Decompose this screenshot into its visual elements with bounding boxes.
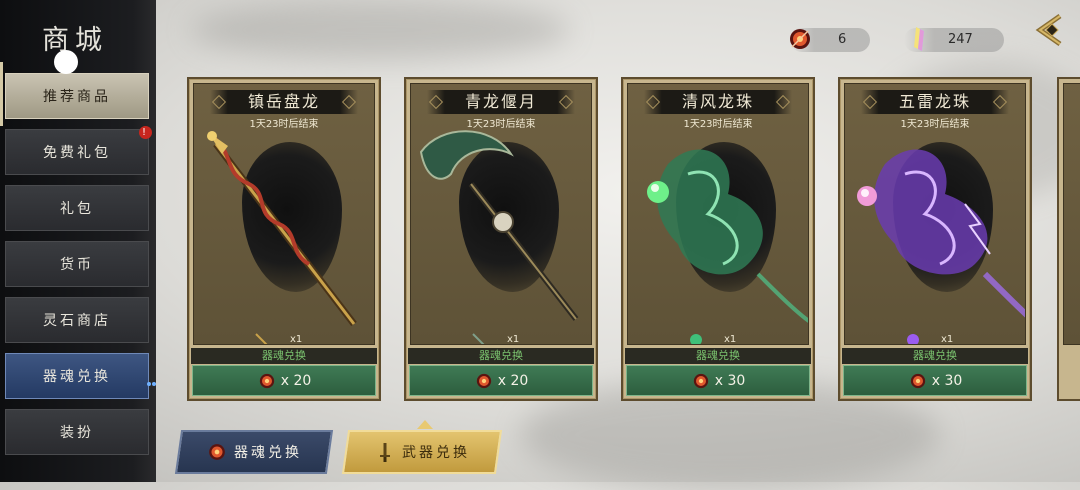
card-art-panel: 清风龙珠 1天23时后结束 x1: [627, 83, 809, 345]
buy-button[interactable]: x 20: [192, 365, 376, 396]
item-thumb-icon: [907, 334, 919, 344]
soul-orb-icon: [209, 444, 225, 460]
purple-dragon-orb-icon: [857, 149, 1025, 318]
card-art-panel: 镇岳盘龙 1天23时后结束 x1: [193, 83, 375, 345]
sidebar-item-label: 货币: [60, 257, 94, 273]
soul-orb-icon: [790, 29, 810, 49]
selection-marker: [0, 62, 3, 126]
item-card-zhenyue-panlong[interactable]: 镇岳盘龙 1天23时后结束 x1 器魂兑换 x 20: [187, 77, 381, 401]
price-text: x 20: [280, 372, 312, 389]
crystal-currency: 247: [904, 27, 1004, 52]
green-dragon-orb-icon: [647, 149, 808, 323]
soul-orb-icon: [476, 373, 491, 388]
dragon-staff-icon: [207, 131, 357, 327]
item-title: 镇岳盘龙: [210, 90, 358, 114]
buy-button[interactable]: x 30: [843, 365, 1027, 396]
soul-orb-icon: [693, 373, 708, 388]
sidebar-item-recommended[interactable]: 推荐商品: [5, 73, 149, 119]
price-text: x 30: [714, 372, 746, 389]
tab-label: 器魂兑换: [234, 445, 302, 461]
touch-indicator: [54, 50, 78, 74]
buy-button[interactable]: x 30: [626, 365, 810, 396]
sidebar-item-soul-exchange[interactable]: 器魂兑换: [5, 353, 156, 399]
item-quantity: x1: [411, 332, 591, 345]
active-tab-arrow: [417, 420, 433, 429]
soul-orb-icon: [910, 373, 925, 388]
sidebar: 商城 推荐商品 免费礼包 ! 礼包 货币 灵石商店 器魂兑换 装扮: [0, 0, 156, 482]
sidebar-item-label: 装扮: [60, 425, 94, 441]
item-thumb-icon: [255, 333, 268, 344]
tab-soul-exchange[interactable]: 器魂兑换: [174, 430, 334, 474]
soul-currency-value: 6: [838, 32, 847, 47]
item-quantity: x1: [628, 332, 808, 345]
exchange-type-label: 器魂兑换: [842, 348, 1028, 364]
sword-icon: [380, 443, 390, 462]
crescent-blade-icon: [419, 130, 579, 321]
item-card-qingfeng-longzhu[interactable]: 清风龙珠 1天23时后结束 x1 器魂兑换 x 30: [621, 77, 815, 401]
sidebar-item-spirit-stone-shop[interactable]: 灵石商店: [5, 297, 149, 343]
notification-badge: !: [139, 126, 152, 139]
card-art-panel: 五雷龙珠 1天23时后结束 x1: [844, 83, 1026, 345]
card-art-panel: 青龙偃月 1天23时后结束 x1: [410, 83, 592, 345]
shop-title: 商城: [42, 25, 108, 56]
quantity-text: x1: [941, 334, 954, 345]
price-text: x 30: [931, 372, 963, 389]
sidebar-item-appearance[interactable]: 装扮: [5, 409, 149, 455]
item-thumb-icon: [690, 334, 702, 344]
sidebar-item-free-gift[interactable]: 免费礼包 !: [5, 126, 152, 175]
sidebar-item-label: 礼包: [60, 201, 94, 217]
exchange-type-label: 器魂兑换: [191, 348, 377, 364]
active-indicator: [147, 374, 159, 386]
price-text: x 20: [497, 372, 529, 389]
exchange-type-label: 器魂兑换: [625, 348, 811, 364]
quantity-text: x1: [290, 334, 303, 345]
item-title: 五雷龙珠: [861, 90, 1009, 114]
soul-orb-icon: [259, 373, 274, 388]
quantity-text: x1: [507, 334, 520, 345]
sidebar-item-gift-pack[interactable]: 礼包: [5, 185, 149, 231]
exchange-type-label: 器魂兑换: [408, 348, 594, 364]
soul-currency: 6: [790, 28, 870, 52]
crystal-icon: [914, 27, 924, 51]
item-thumb-icon: [472, 333, 485, 344]
item-quantity: x1: [845, 332, 1025, 345]
sidebar-item-label: 推荐商品: [43, 89, 111, 105]
tab-weapon-exchange[interactable]: 武器兑换: [341, 430, 503, 474]
item-card-qinglong-yanyue[interactable]: 青龙偃月 1天23时后结束 x1 器魂兑换 x 20: [404, 77, 598, 401]
card-art-panel: [1063, 83, 1080, 345]
crystal-currency-value: 247: [948, 32, 973, 47]
quantity-text: x1: [724, 334, 737, 345]
buy-button[interactable]: x 20: [409, 365, 593, 396]
item-quantity: x1: [194, 332, 374, 345]
item-title: 青龙偃月: [427, 90, 575, 114]
item-card-partial[interactable]: [1057, 77, 1080, 401]
item-card-wulei-longzhu[interactable]: 五雷龙珠 1天23时后结束 x1 器魂兑换 x 30: [838, 77, 1032, 401]
tab-label: 武器兑换: [402, 445, 470, 461]
item-title: 清风龙珠: [644, 90, 792, 114]
sidebar-item-label: 免费礼包: [43, 145, 111, 161]
back-button[interactable]: [1030, 10, 1070, 50]
sidebar-item-currency[interactable]: 货币: [5, 241, 149, 287]
sidebar-item-label: 灵石商店: [43, 313, 111, 329]
sidebar-item-label: 器魂兑换: [43, 369, 111, 385]
